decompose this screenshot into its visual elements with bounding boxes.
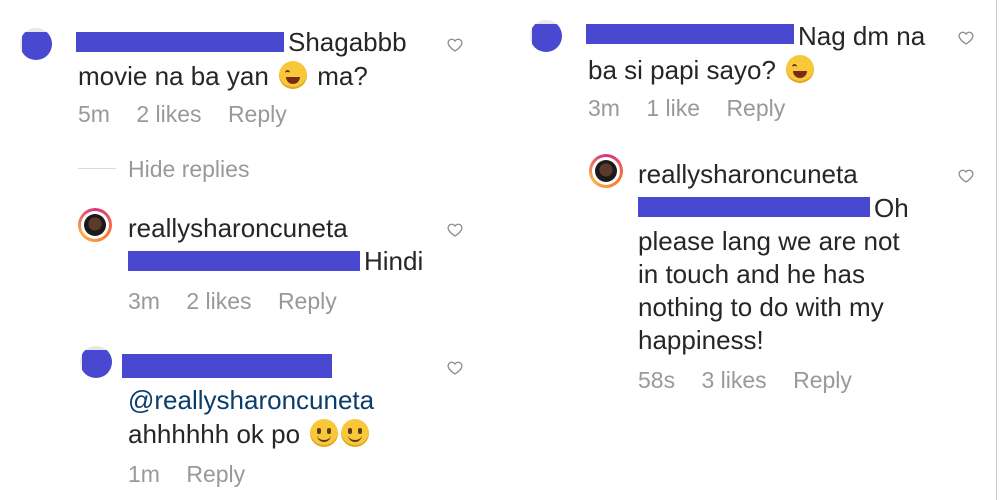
like-heart-icon[interactable] — [447, 360, 463, 376]
comment-text-line2: ba si papi sayo? — [588, 54, 817, 86]
reply-button[interactable]: Reply — [186, 461, 245, 487]
reply-button[interactable]: Reply — [793, 367, 852, 393]
reply-username[interactable]: reallysharoncuneta — [638, 158, 858, 190]
redacted-mention — [638, 197, 870, 217]
reply-meta: 58s 3 likes Reply — [638, 366, 872, 394]
commenter-avatar[interactable] — [530, 20, 562, 52]
laughing-tears-emoji — [786, 55, 815, 83]
redacted-mention — [128, 251, 360, 271]
reply-time: 1m — [128, 461, 160, 487]
likes-count[interactable]: 2 likes — [186, 288, 251, 314]
like-heart-icon[interactable] — [447, 37, 463, 53]
comment-text-line2: movie na ba yan ma? — [78, 61, 368, 91]
reply-mention[interactable]: @reallysharoncuneta — [128, 384, 374, 416]
comment-text: Shagabbb — [288, 27, 407, 57]
like-heart-icon[interactable] — [447, 222, 463, 238]
reply-time: 3m — [128, 288, 160, 314]
reply-button[interactable]: Reply — [726, 95, 785, 121]
commenter-avatar[interactable] — [80, 346, 112, 378]
comment-meta: 3m 1 like Reply — [588, 94, 805, 122]
reply-text-line5: happiness! — [638, 325, 764, 355]
like-heart-icon[interactable] — [958, 168, 974, 184]
comment-time: 3m — [588, 95, 620, 121]
comment-meta: 5m 2 likes Reply — [78, 100, 307, 128]
reply-text-line1: Oh — [874, 193, 909, 223]
redacted-username — [586, 24, 794, 44]
likes-count[interactable]: 3 likes — [701, 367, 766, 393]
reply-button[interactable]: Reply — [278, 288, 337, 314]
reply-text: Hindi — [364, 246, 424, 276]
reply-text-line4: nothing to do with my — [638, 292, 884, 322]
like-heart-icon[interactable] — [958, 30, 974, 46]
sharon-avatar[interactable] — [78, 208, 112, 242]
slight-smile-emoji — [310, 419, 339, 447]
comment-time: 5m — [78, 101, 110, 127]
likes-count[interactable]: 1 like — [646, 95, 700, 121]
reply-meta: 3m 2 likes Reply — [128, 287, 357, 315]
reply-meta: 1m Reply — [128, 460, 265, 488]
hide-replies-line — [78, 168, 116, 169]
redacted-username — [76, 32, 284, 52]
reply-text-line2: please lang we are not — [638, 226, 900, 256]
sharon-avatar[interactable] — [589, 154, 623, 188]
hide-replies-button[interactable]: Hide replies — [128, 155, 249, 183]
comment-text: Nag dm na — [798, 21, 926, 51]
reply-button[interactable]: Reply — [228, 101, 287, 127]
redacted-username — [122, 354, 332, 378]
likes-count[interactable]: 2 likes — [136, 101, 201, 127]
column-divider — [996, 0, 997, 500]
reply-text: ahhhhhh ok po — [128, 418, 372, 450]
reply-time: 58s — [638, 367, 676, 393]
reply-username[interactable]: reallysharoncuneta — [128, 212, 348, 244]
laughing-tears-emoji — [279, 61, 308, 89]
reply-text-line3: in touch and he has — [638, 259, 865, 289]
blush-emoji — [341, 419, 370, 447]
commenter-avatar[interactable] — [20, 28, 52, 60]
